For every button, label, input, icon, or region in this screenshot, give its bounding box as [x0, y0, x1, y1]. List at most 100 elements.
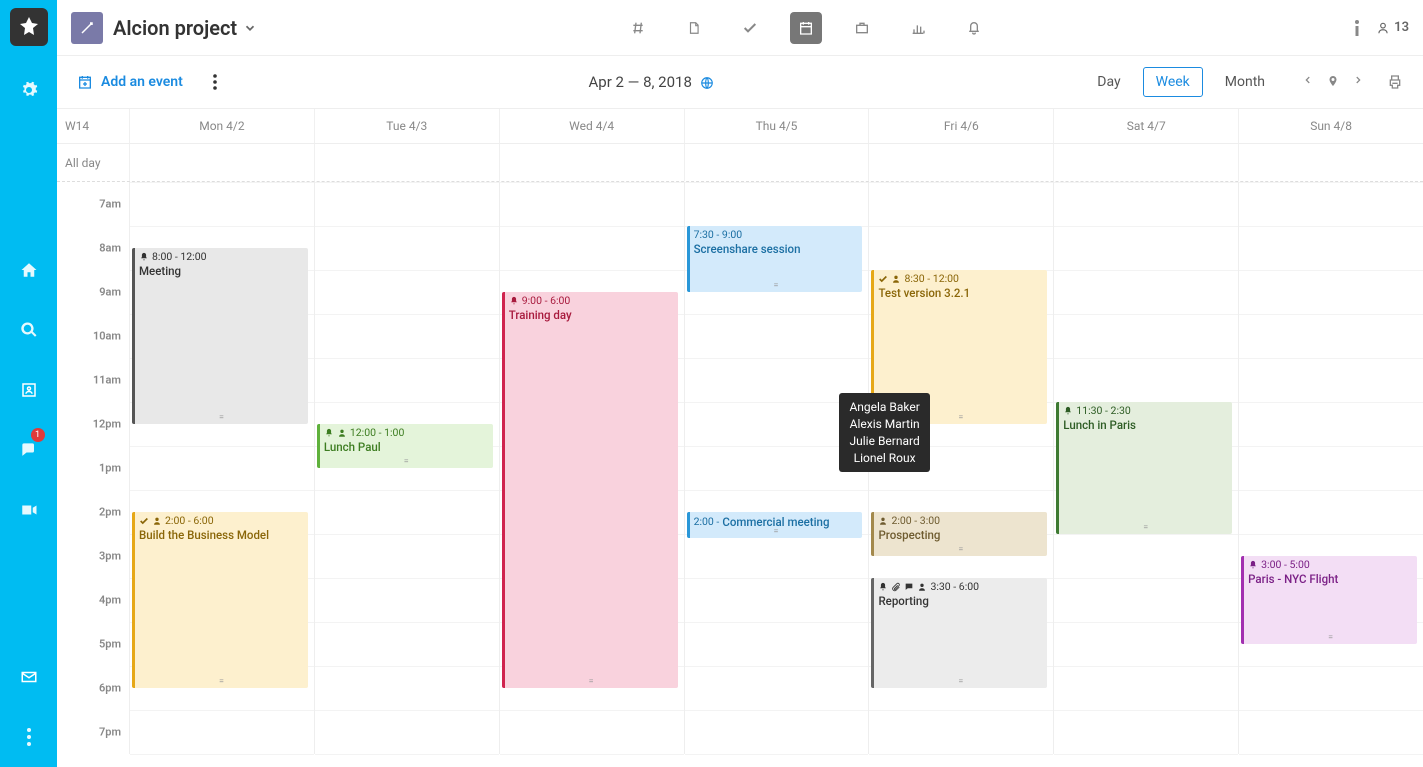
- day-header[interactable]: Sat 4/7: [1053, 109, 1238, 143]
- hour-label: 7am: [99, 198, 121, 211]
- settings-icon[interactable]: [11, 72, 47, 108]
- bell-icon: [1248, 560, 1258, 570]
- search-icon[interactable]: [11, 312, 47, 348]
- contacts-icon[interactable]: [11, 372, 47, 408]
- event-time: 3:30 - 6:00: [930, 580, 979, 593]
- day-column[interactable]: 8:00 - 12:00Meeting= 2:00 - 6:00Build the…: [129, 182, 314, 754]
- print-icon[interactable]: [1387, 74, 1403, 90]
- project-icon[interactable]: [71, 12, 103, 44]
- month-view-button[interactable]: Month: [1213, 68, 1277, 96]
- hour-label: 5pm: [99, 638, 121, 651]
- event-title: Paris - NYC Flight: [1248, 572, 1413, 586]
- bell-icon: [1063, 406, 1073, 416]
- calendar-event[interactable]: 12:00 - 1:00Lunch Paul=: [317, 424, 493, 468]
- bell-icon: [139, 252, 149, 262]
- days-header: W14 Mon 4/2 Tue 4/3 Wed 4/4 Thu 4/5 Fri …: [57, 108, 1423, 144]
- bell-view-icon[interactable]: [958, 12, 990, 44]
- project-name[interactable]: Alcion project: [113, 16, 237, 40]
- day-header[interactable]: Mon 4/2: [129, 109, 314, 143]
- topbar: Alcion project 13: [57, 0, 1423, 56]
- bell-icon: [324, 428, 334, 438]
- event-time: 12:00 - 1:00: [350, 426, 405, 439]
- week-label: W14: [57, 109, 129, 143]
- app-logo[interactable]: [10, 8, 48, 46]
- allday-label: All day: [57, 146, 129, 180]
- event-time: 7:30 - 9:00: [694, 228, 743, 241]
- calendar-view-icon[interactable]: [790, 12, 822, 44]
- allday-cell[interactable]: [1238, 144, 1423, 181]
- check-icon: [139, 516, 149, 526]
- allday-cell[interactable]: [314, 144, 499, 181]
- tooltip-line: Julie Bernard: [849, 433, 919, 450]
- chat-badge: 1: [31, 428, 45, 442]
- user-count[interactable]: 13: [1376, 20, 1409, 36]
- day-column[interactable]: 12:00 - 1:00Lunch Paul=: [314, 182, 499, 754]
- day-column[interactable]: 9:00 - 6:00Training day=: [499, 182, 684, 754]
- event-title: Build the Business Model: [139, 528, 304, 542]
- mail-icon[interactable]: [11, 659, 47, 695]
- event-time: 11:30 - 2:30: [1076, 404, 1131, 417]
- view-switcher: [257, 12, 1354, 44]
- hour-label: 11am: [93, 374, 121, 387]
- chart-view-icon[interactable]: [902, 12, 934, 44]
- user-icon: [917, 582, 927, 592]
- more-icon[interactable]: [11, 719, 47, 755]
- day-column[interactable]: 3:00 - 5:00Paris - NYC Flight=: [1238, 182, 1423, 754]
- calendar-event[interactable]: 2:00 - 3:00Prospecting=: [871, 512, 1047, 556]
- prev-button[interactable]: [1303, 74, 1313, 90]
- calendar-event[interactable]: 11:30 - 2:30Lunch in Paris=: [1056, 402, 1232, 534]
- hour-label: 2pm: [99, 506, 121, 519]
- info-icon[interactable]: [1354, 20, 1360, 36]
- globe-icon[interactable]: [700, 76, 714, 90]
- add-event-button[interactable]: Add an event: [77, 74, 183, 90]
- day-column[interactable]: 11:30 - 2:30Lunch in Paris=: [1053, 182, 1238, 754]
- user-icon: [152, 516, 162, 526]
- calendar-event[interactable]: 2:00 - 6:00Build the Business Model=: [132, 512, 308, 688]
- allday-cell[interactable]: [868, 144, 1053, 181]
- allday-cell[interactable]: [684, 144, 869, 181]
- day-header[interactable]: Sun 4/8: [1238, 109, 1423, 143]
- event-title: Training day: [509, 308, 674, 322]
- video-icon[interactable]: [11, 492, 47, 528]
- allday-cell[interactable]: [499, 144, 684, 181]
- hour-label: 3pm: [99, 550, 121, 563]
- user-icon: [337, 428, 347, 438]
- calendar-event[interactable]: 3:30 - 6:00Reporting=: [871, 578, 1047, 688]
- event-time: 8:30 - 12:00: [904, 272, 959, 285]
- location-icon[interactable]: [1327, 74, 1339, 90]
- calendar-event[interactable]: 2:00 - Commercial meeting=: [687, 512, 863, 538]
- check-icon: [878, 274, 888, 284]
- allday-row: All day: [57, 144, 1423, 182]
- week-view-button[interactable]: Week: [1143, 67, 1203, 97]
- bell-icon: [878, 582, 888, 592]
- briefcase-view-icon[interactable]: [846, 12, 878, 44]
- hash-view-icon[interactable]: [622, 12, 654, 44]
- calendar-event[interactable]: 8:00 - 12:00Meeting=: [132, 248, 308, 424]
- chat-icon[interactable]: 1: [11, 432, 47, 468]
- next-button[interactable]: [1353, 74, 1363, 90]
- tooltip-line: Angela Baker: [849, 399, 919, 416]
- day-header[interactable]: Fri 4/6: [868, 109, 1053, 143]
- day-column[interactable]: 8:30 - 12:00Test version 3.2.1=2:00 - 3:…: [868, 182, 1053, 754]
- day-view-button[interactable]: Day: [1085, 68, 1132, 96]
- file-view-icon[interactable]: [678, 12, 710, 44]
- event-title: Meeting: [139, 264, 304, 278]
- event-title: Test version 3.2.1: [878, 286, 1043, 300]
- user-icon: [891, 274, 901, 284]
- day-header[interactable]: Wed 4/4: [499, 109, 684, 143]
- day-header[interactable]: Thu 4/5: [684, 109, 869, 143]
- tasks-view-icon[interactable]: [734, 12, 766, 44]
- day-header[interactable]: Tue 4/3: [314, 109, 499, 143]
- chevron-down-icon[interactable]: [243, 21, 257, 35]
- calendar-event[interactable]: 9:00 - 6:00Training day=: [502, 292, 678, 688]
- calendar-event[interactable]: 3:00 - 5:00Paris - NYC Flight=: [1241, 556, 1417, 644]
- event-time: 9:00 - 6:00: [522, 294, 571, 307]
- home-icon[interactable]: [11, 252, 47, 288]
- calendar-event[interactable]: 7:30 - 9:00Screenshare session=: [687, 226, 863, 292]
- allday-cell[interactable]: [129, 144, 314, 181]
- hour-label: 6pm: [99, 682, 121, 695]
- event-time: 2:00 - 3:00: [891, 514, 940, 527]
- calendar-scrollarea[interactable]: 7am8am9am10am11am12pm1pm2pm3pm4pm5pm6pm7…: [57, 182, 1423, 767]
- clip-icon: [891, 582, 901, 592]
- allday-cell[interactable]: [1053, 144, 1238, 181]
